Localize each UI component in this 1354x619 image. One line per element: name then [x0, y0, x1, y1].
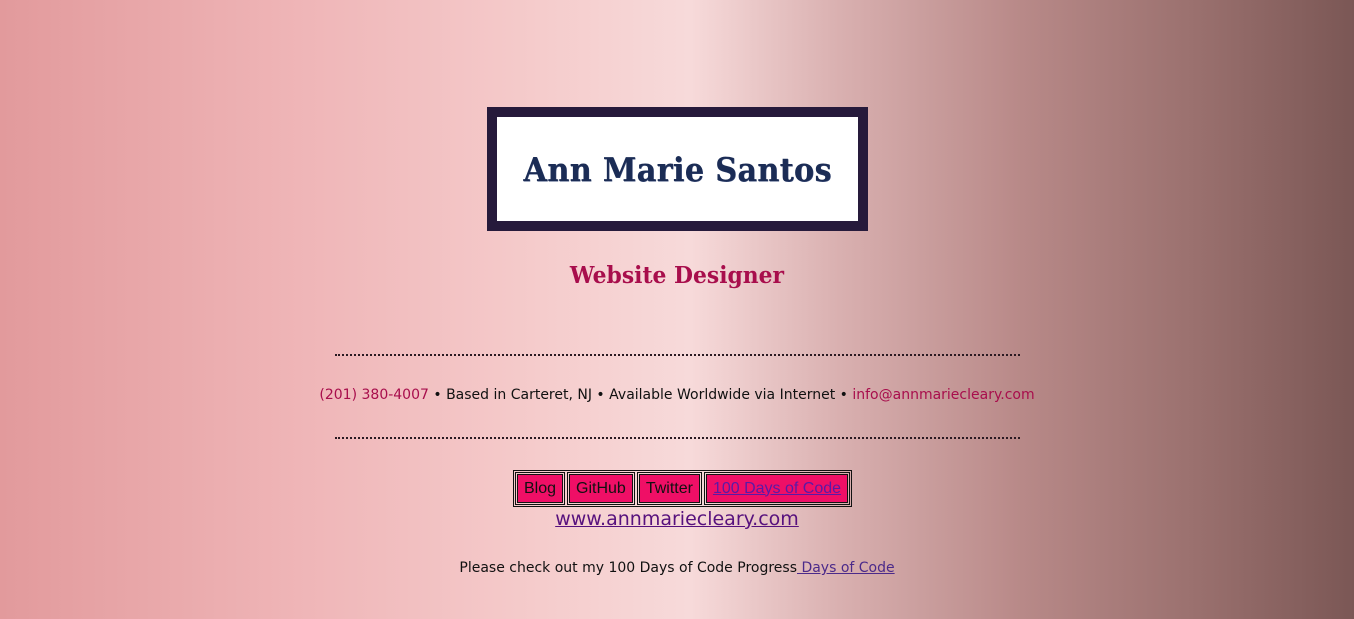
nav-item-github[interactable]: GitHub	[567, 472, 635, 505]
job-title: Website Designer	[569, 262, 785, 289]
contact-line: (201) 380-4007 • Based in Carteret, NJ •…	[0, 387, 1354, 403]
days-of-code-link[interactable]: Days of Code	[797, 560, 894, 576]
website-link[interactable]: www.annmariecleary.com	[555, 508, 799, 530]
progress-note: Please check out my 100 Days of Code Pro…	[0, 560, 1354, 576]
website-link-row: www.annmariecleary.com	[0, 508, 1354, 530]
top-divider	[335, 354, 1020, 356]
availability-text: Available Worldwide via Internet	[609, 387, 836, 403]
progress-text: Please check out my 100 Days of Code Pro…	[459, 560, 797, 576]
name-banner: Ann Marie Santos	[487, 107, 868, 231]
page-title: Ann Marie Santos	[523, 149, 832, 189]
bottom-divider	[335, 437, 1020, 439]
phone-link[interactable]: (201) 380-4007	[319, 387, 429, 403]
separator: •	[428, 387, 447, 403]
nav-item-twitter[interactable]: Twitter	[636, 472, 702, 505]
nav-menu: Blog GitHub Twitter 100 Days of Code	[513, 470, 853, 507]
nav-item-blog[interactable]: Blog	[514, 472, 566, 505]
email-link[interactable]: info@annmariecleary.com	[852, 387, 1034, 403]
location-text: Based in Carteret, NJ	[446, 387, 592, 403]
separator: •	[591, 387, 610, 403]
nav-item-100-days-of-code[interactable]: 100 Days of Code	[703, 472, 851, 505]
separator: •	[835, 387, 853, 403]
